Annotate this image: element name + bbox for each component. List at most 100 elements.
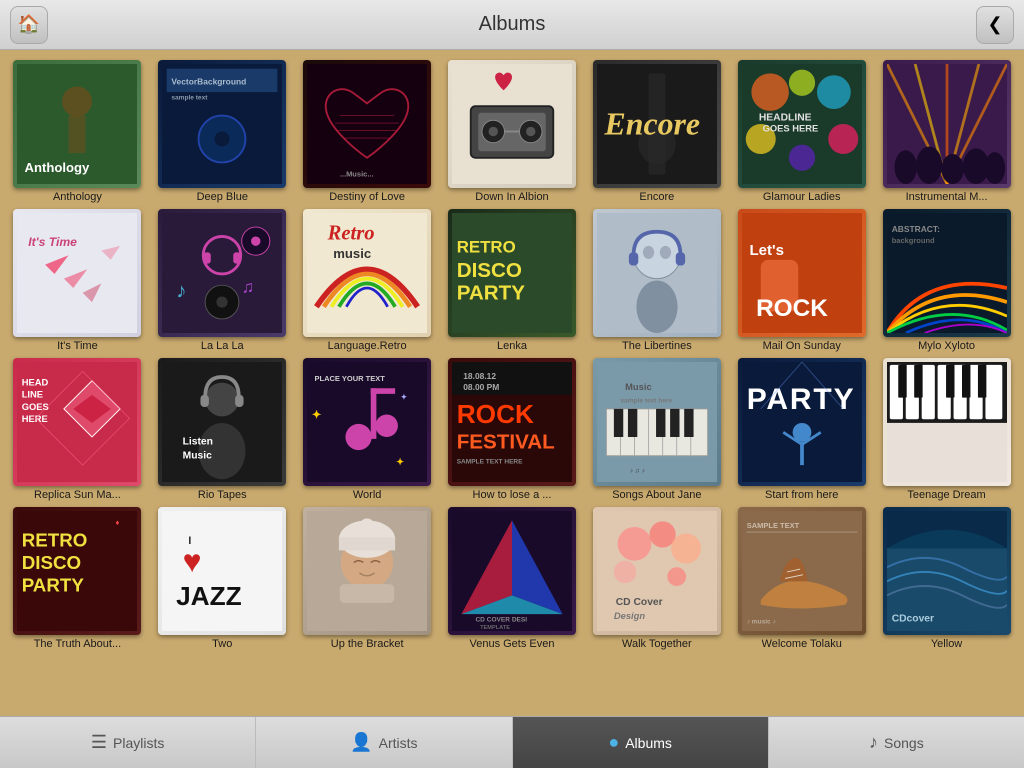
svg-text:background: background [891,236,934,245]
album-start[interactable]: PARTY Start from here [732,358,871,501]
album-deep-blue-title: Deep Blue [197,191,248,203]
album-world-title: World [353,489,382,501]
home-button[interactable]: 🏠 [10,6,48,44]
svg-text:LINE: LINE [22,390,43,400]
album-start-title: Start from here [765,489,838,501]
album-teenage-title: Teenage Dream [907,489,985,501]
svg-text:FESTIVAL: FESTIVAL [457,430,555,453]
album-down-albion-title: Down In Albion [475,191,548,203]
svg-text:RETRO: RETRO [22,530,88,551]
nav-playlists[interactable]: ☰ Playlists [0,717,256,768]
svg-text:Music: Music [183,451,212,462]
svg-text:PARTY: PARTY [457,281,526,304]
svg-text:ROCK: ROCK [457,399,534,429]
album-lalala[interactable]: ♪ ♫ La La La [153,209,292,352]
svg-text:VectorBackground: VectorBackground [172,77,247,87]
album-yellow[interactable]: CDcover Yellow [877,507,1016,650]
svg-text:♪: ♪ [176,279,186,302]
album-mylo[interactable]: ABSTRACT: background Mylo Xyloto [877,209,1016,352]
svg-text:sample text here: sample text here [620,397,672,404]
svg-text:18.08.12: 18.08.12 [463,371,496,381]
artists-icon: 👤 [350,732,372,753]
album-mylo-title: Mylo Xyloto [918,340,975,352]
page-title: Albums [479,13,546,36]
album-truth[interactable]: RETRO DISCO PARTY ♦ The Truth About... [8,507,147,650]
album-lose-title: How to lose a ... [473,489,552,501]
album-walk-title: Walk Together [622,638,692,650]
svg-text:...Music...: ...Music... [340,170,374,179]
nav-artists-label: Artists [379,735,418,751]
svg-text:✦: ✦ [401,393,408,402]
svg-text:SAMPLE TEXT: SAMPLE TEXT [746,521,799,530]
albums-grid: Anthology Anthology VectorBackground sam… [8,60,1016,650]
album-glamour[interactable]: HEADLINE GOES HERE Glamour Ladies [732,60,871,203]
album-two[interactable]: I ♥ JAZZ Two [153,507,292,650]
album-venus[interactable]: CD COVER DESI TEMPLATE Venus Gets Even [443,507,582,650]
album-encore-title: Encore [639,191,674,203]
album-world[interactable]: PLACE YOUR TEXT ✦ ✦ ✦ World [298,358,437,501]
album-lose[interactable]: 18.08.12 08.00 PM ROCK FESTIVAL SAMPLE T… [443,358,582,501]
svg-text:PARTY: PARTY [22,575,85,596]
album-instrumental-title: Instrumental M... [906,191,988,203]
album-bracket[interactable]: Up the Bracket [298,507,437,650]
nav-songs-label: Songs [884,735,924,751]
album-destiny-title: Destiny of Love [329,191,405,203]
album-its-time[interactable]: It's Time It's Time [8,209,147,352]
album-mail-title: Mail On Sunday [763,340,841,352]
album-libertines-title: The Libertines [622,340,692,352]
svg-text:Let's: Let's [749,242,783,259]
svg-text:ABSTRACT:: ABSTRACT: [891,224,939,234]
svg-text:RETRO: RETRO [457,237,516,256]
nav-albums[interactable]: ● Albums [513,717,769,768]
album-down-albion[interactable]: Down In Albion [443,60,582,203]
svg-text:GOES HERE: GOES HERE [762,124,818,134]
album-libertines[interactable]: The Libertines [587,209,726,352]
svg-text:It's Time: It's Time [29,235,78,249]
svg-text:♪ music ♪: ♪ music ♪ [746,619,775,626]
album-deep-blue[interactable]: VectorBackground sample text Deep Blue [153,60,292,203]
playlists-icon: ☰ [91,732,107,753]
nav-artists[interactable]: 👤 Artists [256,717,512,768]
svg-text:♥: ♥ [183,543,202,579]
svg-text:Listen: Listen [183,437,213,448]
svg-text:CDcover: CDcover [891,614,933,625]
svg-text:Design: Design [614,611,645,621]
album-truth-title: The Truth About... [34,638,121,650]
svg-text:GOES: GOES [22,402,49,412]
album-yellow-title: Yellow [931,638,962,650]
svg-text:CD COVER DESI: CD COVER DESI [475,617,527,624]
album-encore[interactable]: Encore Encore [587,60,726,203]
svg-text:ROCK: ROCK [756,295,828,322]
svg-text:Anthology: Anthology [25,160,91,175]
album-welcome[interactable]: SAMPLE TEXT ♪ music ♪ Welcome Tolaku [732,507,871,650]
nav-playlists-label: Playlists [113,735,164,751]
album-replica[interactable]: HEAD LINE GOES HERE Replica Sun Ma... [8,358,147,501]
bottom-nav: ☰ Playlists 👤 Artists ● Albums ♪ Songs [0,716,1024,768]
svg-text:HEADLINE: HEADLINE [759,112,812,123]
svg-text:Music: Music [625,382,652,392]
album-destiny[interactable]: ...Music... Destiny of Love [298,60,437,203]
nav-songs[interactable]: ♪ Songs [769,717,1024,768]
album-venus-title: Venus Gets Even [469,638,554,650]
album-welcome-title: Welcome Tolaku [762,638,842,650]
album-songs[interactable]: Music sample text here ♪ ♫ ♪ Songs About… [587,358,726,501]
svg-text:DISCO: DISCO [457,259,522,282]
album-replica-title: Replica Sun Ma... [34,489,121,501]
album-language[interactable]: Retro music Language.Retro [298,209,437,352]
album-mail[interactable]: Let's ROCK Mail On Sunday [732,209,871,352]
album-rio[interactable]: Listen Music Rio Tapes [153,358,292,501]
album-walk[interactable]: CD Cover Design Walk Together [587,507,726,650]
back-button[interactable]: ❮ [976,6,1014,44]
album-anthology[interactable]: Anthology Anthology [8,60,147,203]
album-its-time-title: It's Time [57,340,98,352]
svg-text:DISCO: DISCO [22,552,81,573]
album-instrumental[interactable]: Instrumental M... [877,60,1016,203]
album-lenka[interactable]: RETRO DISCO PARTY Lenka [443,209,582,352]
svg-text:♦: ♦ [116,518,120,527]
album-teenage[interactable]: Teenage Dream [877,358,1016,501]
svg-text:JAZZ: JAZZ [176,581,242,611]
svg-text:✦: ✦ [312,409,321,421]
svg-text:PLACE YOUR TEXT: PLACE YOUR TEXT [315,374,386,383]
svg-text:08.00 PM: 08.00 PM [463,382,499,392]
album-lenka-title: Lenka [497,340,527,352]
